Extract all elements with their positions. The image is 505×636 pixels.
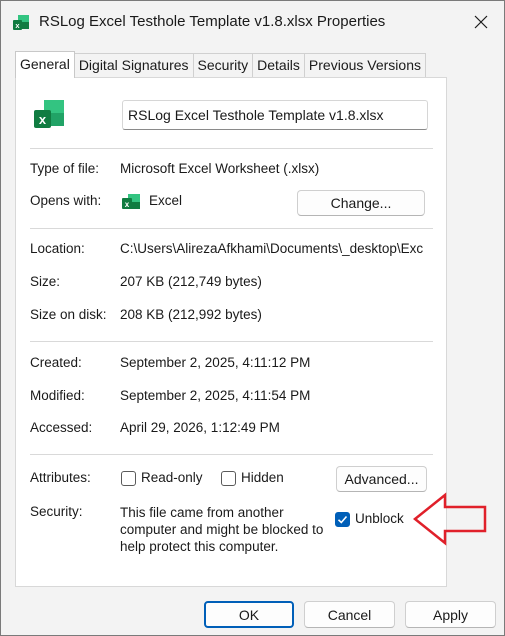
tab-previous-versions[interactable]: Previous Versions (303, 53, 426, 78)
apply-button[interactable]: Apply (405, 601, 496, 628)
excel-document-icon: x (34, 100, 64, 128)
size-value: 207 KB (212,749 bytes) (120, 274, 262, 289)
security-message: This file came from another computer and… (120, 504, 323, 555)
unblock-label[interactable]: Unblock (355, 511, 404, 526)
opens-with-label: Opens with: (30, 193, 102, 208)
excel-app-icon: x (122, 194, 140, 209)
type-of-file-label: Type of file: (30, 161, 100, 176)
security-message-line: computer and might be blocked to (120, 522, 324, 537)
properties-dialog: x RSLog Excel Testhole Template v1.8.xls… (0, 0, 505, 636)
ok-button[interactable]: OK (204, 601, 294, 628)
created-label: Created: (30, 355, 82, 370)
read-only-label[interactable]: Read-only (141, 470, 203, 485)
size-on-disk-label: Size on disk: (30, 307, 107, 322)
close-icon (474, 15, 488, 29)
created-value: September 2, 2025, 4:11:12 PM (120, 355, 311, 370)
tab-security[interactable]: Security (192, 53, 254, 78)
hidden-checkbox[interactable] (221, 471, 236, 486)
separator (30, 341, 433, 342)
separator (30, 454, 433, 455)
security-message-line: help protect this computer. (120, 539, 279, 554)
size-label: Size: (30, 274, 61, 289)
window-title: RSLog Excel Testhole Template v1.8.xlsx … (39, 13, 386, 30)
excel-file-icon: x (13, 15, 29, 30)
separator (30, 228, 433, 229)
title-bar[interactable]: x RSLog Excel Testhole Template v1.8.xls… (1, 1, 504, 43)
location-value: C:\Users\AlirezaAfkhami\Documents\_deskt… (120, 241, 424, 256)
cancel-button[interactable]: Cancel (304, 601, 395, 628)
tab-digital-signatures[interactable]: Digital Signatures (73, 53, 194, 78)
separator (30, 148, 433, 149)
general-panel: x RSLog Excel Testhole Template v1.8.xls… (15, 77, 447, 587)
tab-bar: General Digital Signatures Security Deta… (15, 51, 426, 78)
opens-with-value: Excel (149, 193, 183, 208)
file-name-field[interactable]: RSLog Excel Testhole Template v1.8.xlsx (122, 100, 428, 130)
accessed-label: Accessed: (30, 420, 93, 435)
attributes-label: Attributes: (30, 470, 91, 485)
change-button[interactable]: Change... (297, 190, 425, 216)
advanced-button[interactable]: Advanced... (336, 466, 427, 492)
unblock-checkbox[interactable] (335, 512, 350, 527)
security-message-line: This file came from another (120, 505, 284, 520)
type-of-file-value: Microsoft Excel Worksheet (.xlsx) (120, 161, 320, 176)
modified-value: September 2, 2025, 4:11:54 PM (120, 388, 311, 403)
hidden-label[interactable]: Hidden (241, 470, 284, 485)
close-button[interactable] (458, 1, 504, 43)
checkmark-icon (337, 515, 348, 524)
size-on-disk-value: 208 KB (212,992 bytes) (120, 307, 262, 322)
tab-details[interactable]: Details (252, 53, 305, 78)
location-label: Location: (30, 241, 85, 256)
modified-label: Modified: (30, 388, 85, 403)
accessed-value: April 29, 2026, 1:12:49 PM (120, 420, 280, 435)
security-label: Security: (30, 504, 83, 519)
read-only-checkbox[interactable] (121, 471, 136, 486)
svg-text:x: x (39, 112, 47, 127)
annotation-arrow-icon (412, 492, 487, 546)
tab-general[interactable]: General (15, 51, 75, 78)
svg-text:x: x (125, 200, 130, 209)
